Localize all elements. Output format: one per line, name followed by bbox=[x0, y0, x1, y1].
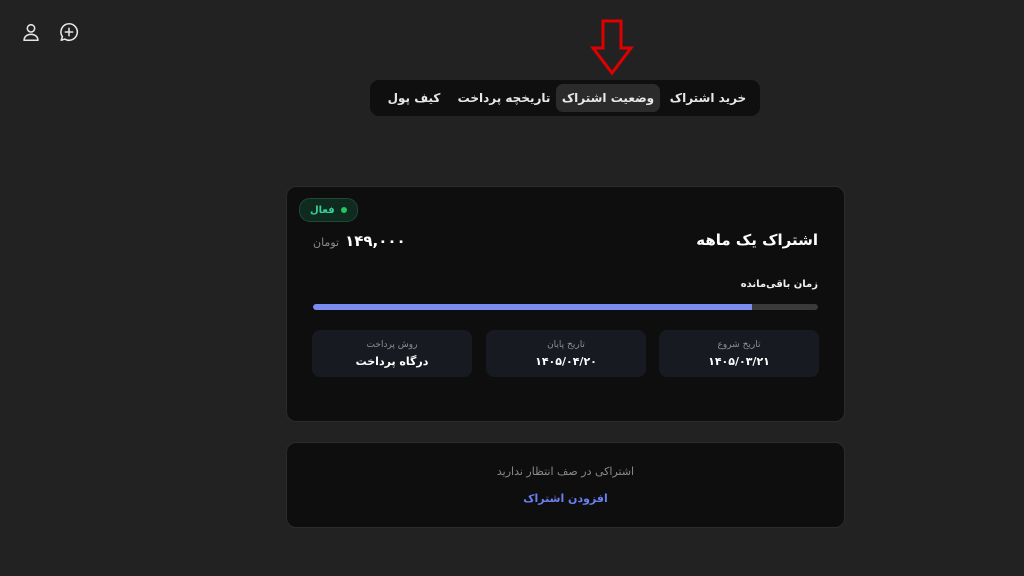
queue-empty-message: اشتراکی در صف انتظار ندارید bbox=[496, 465, 635, 478]
start-date-value: ۱۴۰۵/۰۳/۲۱ bbox=[708, 354, 770, 368]
user-icon[interactable] bbox=[19, 20, 43, 44]
payment-method-label: روش پرداخت bbox=[366, 339, 418, 350]
page: خرید اشتراک وضعیت اشتراک تاریخچه پرداخت … bbox=[0, 0, 1024, 576]
tab-bar: خرید اشتراک وضعیت اشتراک تاریخچه پرداخت … bbox=[370, 80, 760, 116]
tab-payment-history[interactable]: تاریخچه پرداخت bbox=[452, 84, 556, 112]
subscription-card: فعال اشتراک یک ماهه ۱۴۹,۰۰۰ تومان زمان ب… bbox=[286, 186, 845, 422]
status-dot-icon bbox=[340, 207, 347, 213]
queue-card: اشتراکی در صف انتظار ندارید افزودن اشترا… bbox=[286, 442, 845, 528]
remaining-progress-bar bbox=[313, 304, 818, 310]
start-date-label: تاریخ شروع bbox=[717, 339, 761, 350]
price-value: ۱۴۹,۰۰۰ bbox=[345, 232, 406, 250]
end-date-value: ۱۴۰۵/۰۴/۲۰ bbox=[535, 354, 597, 368]
remaining-time-label: زمان باقی‌مانده bbox=[740, 279, 818, 290]
end-date-label: تاریخ پایان bbox=[547, 339, 585, 350]
price: ۱۴۹,۰۰۰ تومان bbox=[313, 232, 406, 250]
end-date-box: تاریخ پایان ۱۴۰۵/۰۴/۲۰ bbox=[486, 330, 646, 377]
tab-wallet[interactable]: کیف پول bbox=[376, 84, 452, 112]
remaining-progress-fill bbox=[313, 304, 753, 310]
plan-title: اشتراک یک ماهه bbox=[696, 231, 818, 249]
down-arrow-icon bbox=[590, 19, 634, 76]
tab-buy-subscription[interactable]: خرید اشتراک bbox=[660, 84, 756, 112]
status-badge: فعال bbox=[299, 198, 358, 222]
status-text: فعال bbox=[310, 204, 335, 216]
add-subscription-link[interactable]: افزودن اشتراک bbox=[523, 492, 607, 505]
chat-plus-icon[interactable] bbox=[57, 20, 81, 44]
price-currency: تومان bbox=[313, 236, 340, 249]
payment-method-box: روش پرداخت درگاه پرداخت bbox=[312, 330, 472, 377]
start-date-box: تاریخ شروع ۱۴۰۵/۰۳/۲۱ bbox=[659, 330, 819, 377]
tab-subscription-status[interactable]: وضعیت اشتراک bbox=[556, 84, 660, 112]
payment-method-value: درگاه پرداخت bbox=[355, 354, 429, 368]
